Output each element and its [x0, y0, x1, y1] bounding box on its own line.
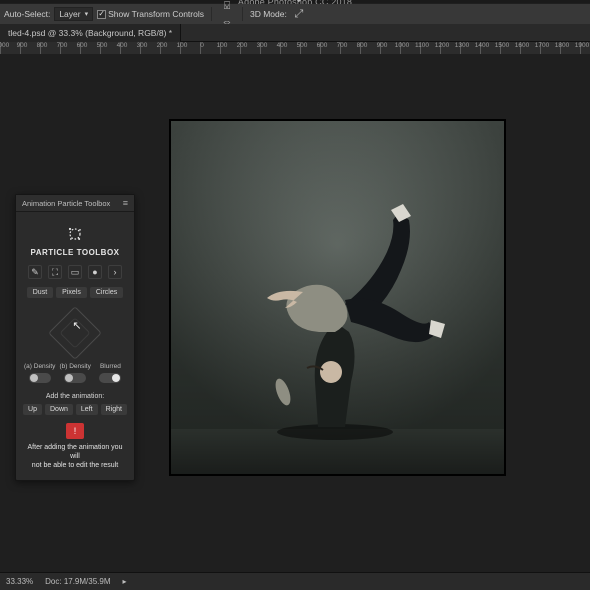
ruler-tick-label: 1700	[535, 42, 549, 49]
ruler-tick-label: 800	[37, 42, 48, 49]
toggle-label: Blurred	[95, 363, 126, 370]
status-bar: 33.33% Doc: 17.9M/35.9M ▸	[0, 572, 590, 590]
toggle-switch[interactable]	[29, 373, 51, 383]
toggle-switch[interactable]	[99, 373, 121, 383]
ruler-tick-label: 900	[17, 42, 28, 49]
zoom-level[interactable]: 33.33%	[6, 577, 33, 586]
auto-select-dropdown[interactable]: Layer ▾	[54, 7, 93, 21]
chevron-right-icon[interactable]: ›	[108, 265, 122, 279]
direction-up[interactable]: Up	[23, 404, 42, 415]
ruler-tick-label: 400	[277, 42, 288, 49]
chevron-down-icon: ▾	[85, 10, 89, 18]
ruler-tick-label: 200	[237, 42, 248, 49]
canvas-area[interactable]: Animation Particle Toolbox ≡ PARTICLE TO…	[0, 54, 590, 572]
ruler-tick-label: 1400	[475, 42, 489, 49]
ruler-tick-label: 1600	[515, 42, 529, 49]
ruler-tick-label: 600	[77, 42, 88, 49]
ruler-tick-label: 1500	[495, 42, 509, 49]
document-image	[223, 182, 453, 442]
panel-menu-icon[interactable]: ≡	[123, 198, 128, 208]
document-tab-bar: tled-4.psd @ 33.3% (Background, RGB/8) *	[0, 24, 590, 42]
toggle-label: (a) Density	[24, 363, 55, 370]
show-transform-label: Show Transform Controls	[108, 9, 204, 19]
ruler-tick-label: 100	[217, 42, 228, 49]
panel-header-label: Animation Particle Toolbox	[22, 199, 110, 208]
ruler-tick-label: 500	[97, 42, 108, 49]
doc-size-label: Doc: 17.9M/35.9M	[45, 577, 110, 586]
mode-3d-label: 3D Mode:	[250, 9, 287, 19]
ruler-tick-label: 400	[117, 42, 128, 49]
particle-tab-dust[interactable]: Dust	[27, 287, 53, 298]
brush-icon[interactable]: ✎	[28, 265, 42, 279]
auto-select-label: Auto-Select:	[4, 6, 50, 22]
particle-toolbox-panel: Animation Particle Toolbox ≡ PARTICLE TO…	[15, 194, 135, 481]
ruler-tick-label: 300	[257, 42, 268, 49]
ruler-tick-label: 500	[297, 42, 308, 49]
direction-down[interactable]: Down	[45, 404, 73, 415]
panel-logo	[22, 224, 128, 244]
ruler-tick-label: 700	[337, 42, 348, 49]
ruler-tick-label: 900	[377, 42, 388, 49]
status-flyout-icon[interactable]: ▸	[123, 577, 127, 586]
panel-title: PARTICLE TOOLBOX	[22, 248, 128, 257]
ruler-tick-label: 100	[177, 42, 188, 49]
panel-note-line1: After adding the animation you will	[26, 443, 124, 461]
toggle-label: (b) Density	[59, 363, 90, 370]
checkbox-checked-icon: ✓	[97, 10, 106, 19]
particle-tab-circles[interactable]: Circles	[90, 287, 123, 298]
options-bar: Auto-Select: Layer ▾ ✓ Show Transform Co…	[0, 4, 590, 24]
panel-note-line2: not be able to edit the result	[26, 461, 124, 470]
horizontal-ruler: 1000900800700600500400300200100010020030…	[0, 42, 590, 54]
dolly-icon[interactable]: ⤢	[291, 6, 307, 22]
direction-right[interactable]: Right	[101, 404, 127, 415]
warning-icon: !	[74, 426, 77, 436]
ruler-tick-label: 600	[317, 42, 328, 49]
show-transform-toggle[interactable]: ✓ Show Transform Controls	[97, 6, 204, 22]
document-canvas[interactable]	[170, 120, 505, 475]
ruler-tick-label: 1800	[555, 42, 569, 49]
auto-select-value: Layer	[59, 9, 80, 19]
dot-icon[interactable]: ●	[88, 265, 102, 279]
ruler-tick-label: 700	[57, 42, 68, 49]
expand-icon[interactable]: ⛶	[48, 265, 62, 279]
add-animation-label: Add the animation:	[22, 393, 128, 400]
particle-tab-pixels[interactable]: Pixels	[56, 287, 87, 298]
ruler-tick-label: 200	[157, 42, 168, 49]
warning-button[interactable]: !	[66, 423, 84, 439]
ruler-tick-label: 0	[200, 42, 204, 49]
ruler-tick-label: 300	[137, 42, 148, 49]
document-tab-label: tled-4.psd @ 33.3% (Background, RGB/8) *	[8, 28, 172, 38]
ruler-tick-label: 1000	[0, 42, 9, 49]
toggle-switch[interactable]	[64, 373, 86, 383]
direction-left[interactable]: Left	[76, 404, 98, 415]
align-bottom[interactable]: ⍌	[219, 0, 235, 14]
ruler-tick-label: 1200	[435, 42, 449, 49]
ruler-tick-label: 1000	[395, 42, 409, 49]
document-tab[interactable]: tled-4.psd @ 33.3% (Background, RGB/8) *	[0, 24, 181, 42]
ruler-tick-label: 800	[357, 42, 368, 49]
page-icon[interactable]: ▭	[68, 265, 82, 279]
ruler-tick-label: 1900	[575, 42, 589, 49]
ruler-tick-label: 1300	[455, 42, 469, 49]
ruler-tick-label: 1100	[415, 42, 429, 49]
